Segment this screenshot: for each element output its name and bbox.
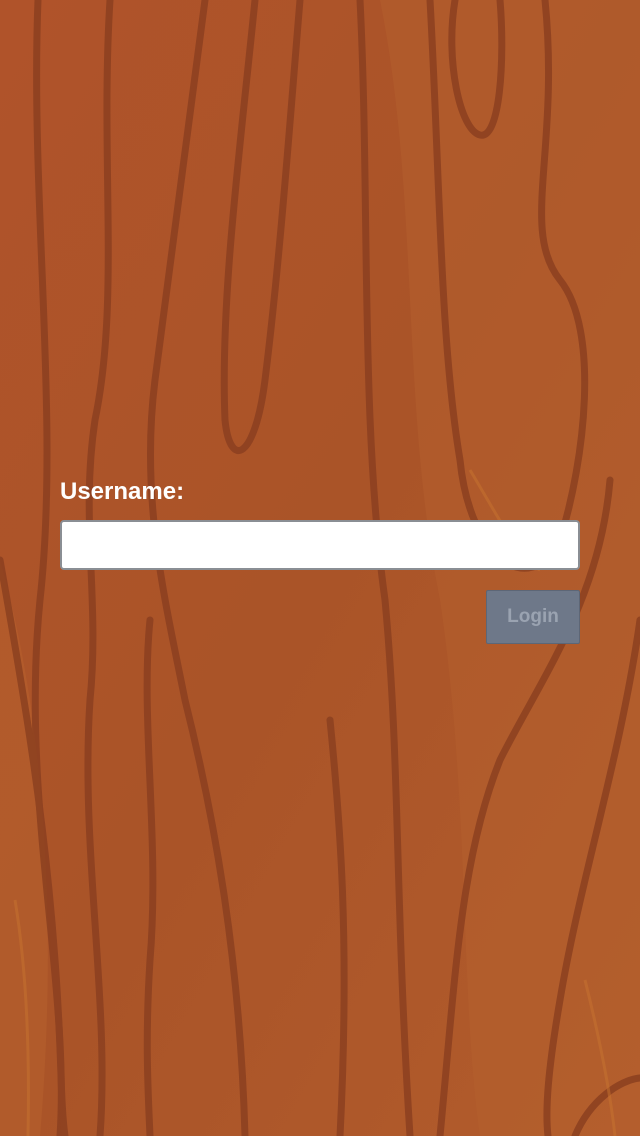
button-row: Login <box>60 590 580 644</box>
login-form: Username: Login <box>60 476 580 644</box>
login-button[interactable]: Login <box>486 590 580 644</box>
username-input[interactable] <box>60 520 580 570</box>
username-label: Username: <box>60 478 185 505</box>
